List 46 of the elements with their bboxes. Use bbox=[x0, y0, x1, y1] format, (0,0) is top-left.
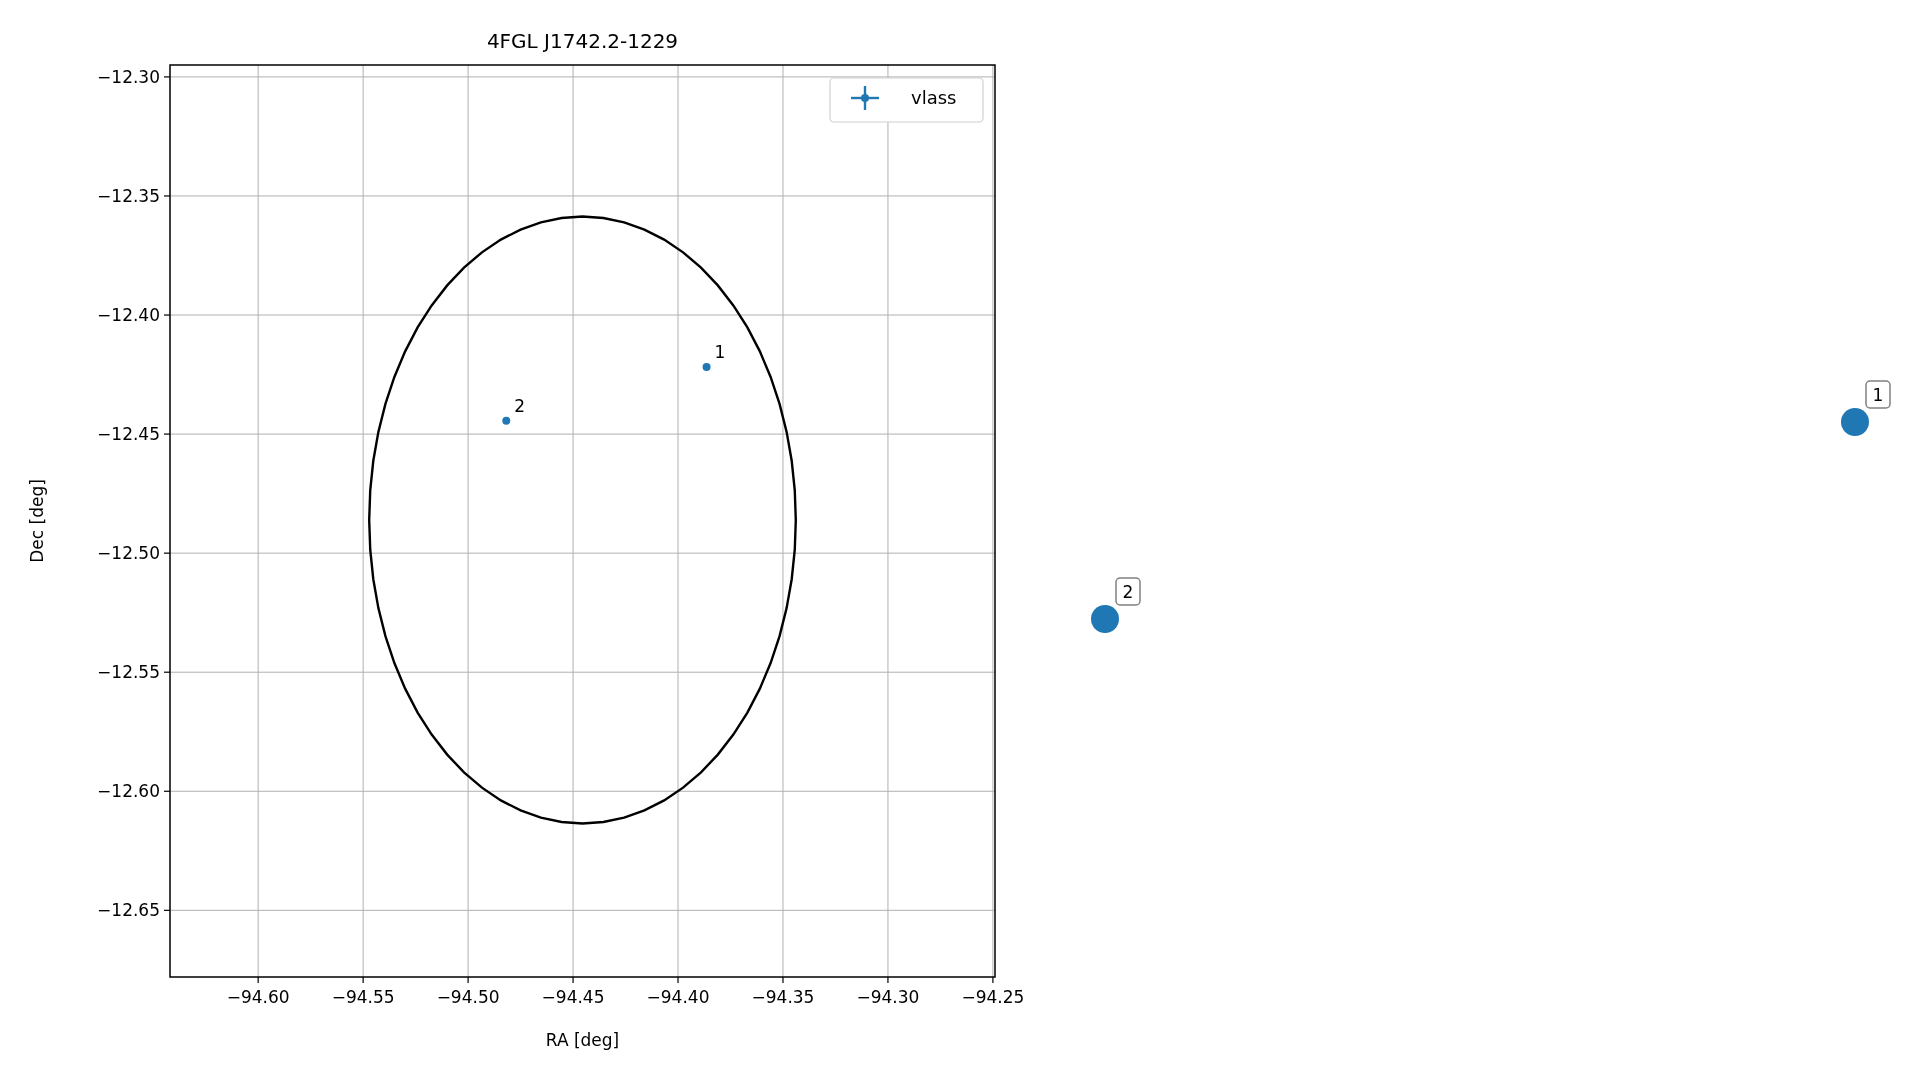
tick-mark bbox=[163, 76, 171, 78]
tick-mark bbox=[163, 671, 171, 673]
data-point bbox=[502, 416, 511, 425]
legend-label: vlass bbox=[911, 87, 957, 108]
tick-label: −12.40 bbox=[97, 305, 160, 326]
marker bbox=[1841, 408, 1869, 436]
tick-label: −94.45 bbox=[541, 987, 605, 1007]
marker-label: 1 bbox=[1872, 385, 1884, 405]
tick-mark bbox=[163, 314, 171, 316]
tick-mark bbox=[677, 976, 679, 984]
tick-label: −94.35 bbox=[751, 987, 815, 1007]
tick-mark bbox=[163, 552, 171, 554]
tick-mark bbox=[257, 976, 259, 984]
tick-label: −12.45 bbox=[97, 424, 160, 445]
tick-label: −94.60 bbox=[226, 987, 290, 1007]
tick-label: −94.50 bbox=[436, 987, 500, 1007]
marker bbox=[1091, 605, 1119, 633]
marker-label: 2 bbox=[1122, 582, 1134, 602]
tick-label: −12.55 bbox=[97, 662, 160, 683]
tick-label: −12.60 bbox=[97, 781, 160, 802]
tick-label: −94.30 bbox=[856, 987, 920, 1007]
tick-mark bbox=[163, 909, 171, 911]
tick-label: −94.55 bbox=[331, 987, 395, 1007]
tick-label: −12.35 bbox=[97, 185, 160, 206]
tick-mark bbox=[362, 976, 364, 984]
tick-label: −12.65 bbox=[97, 900, 160, 921]
tick-mark bbox=[163, 195, 171, 197]
tick-label: −94.40 bbox=[646, 987, 710, 1007]
tick-label: −12.30 bbox=[97, 66, 160, 87]
tick-mark bbox=[163, 433, 171, 435]
point-label: 1 bbox=[714, 341, 726, 362]
tick-label: −12.50 bbox=[97, 543, 160, 564]
tick-mark bbox=[467, 976, 469, 984]
tick-mark bbox=[992, 976, 994, 984]
point-label: 2 bbox=[514, 395, 526, 416]
tick-mark bbox=[572, 976, 574, 984]
tick-mark bbox=[163, 790, 171, 792]
tick-mark bbox=[887, 976, 889, 984]
chart-title: 4FGL J1742.2-1229 bbox=[486, 29, 679, 53]
x-axis-label: RA [deg] bbox=[545, 1030, 620, 1050]
tick-mark bbox=[782, 976, 784, 984]
tick-label: −94.25 bbox=[961, 987, 1025, 1007]
data-point bbox=[702, 362, 711, 371]
label-box bbox=[1115, 577, 1141, 606]
label-box bbox=[1865, 380, 1891, 409]
y-axis-label: Dec [deg] bbox=[27, 479, 47, 563]
